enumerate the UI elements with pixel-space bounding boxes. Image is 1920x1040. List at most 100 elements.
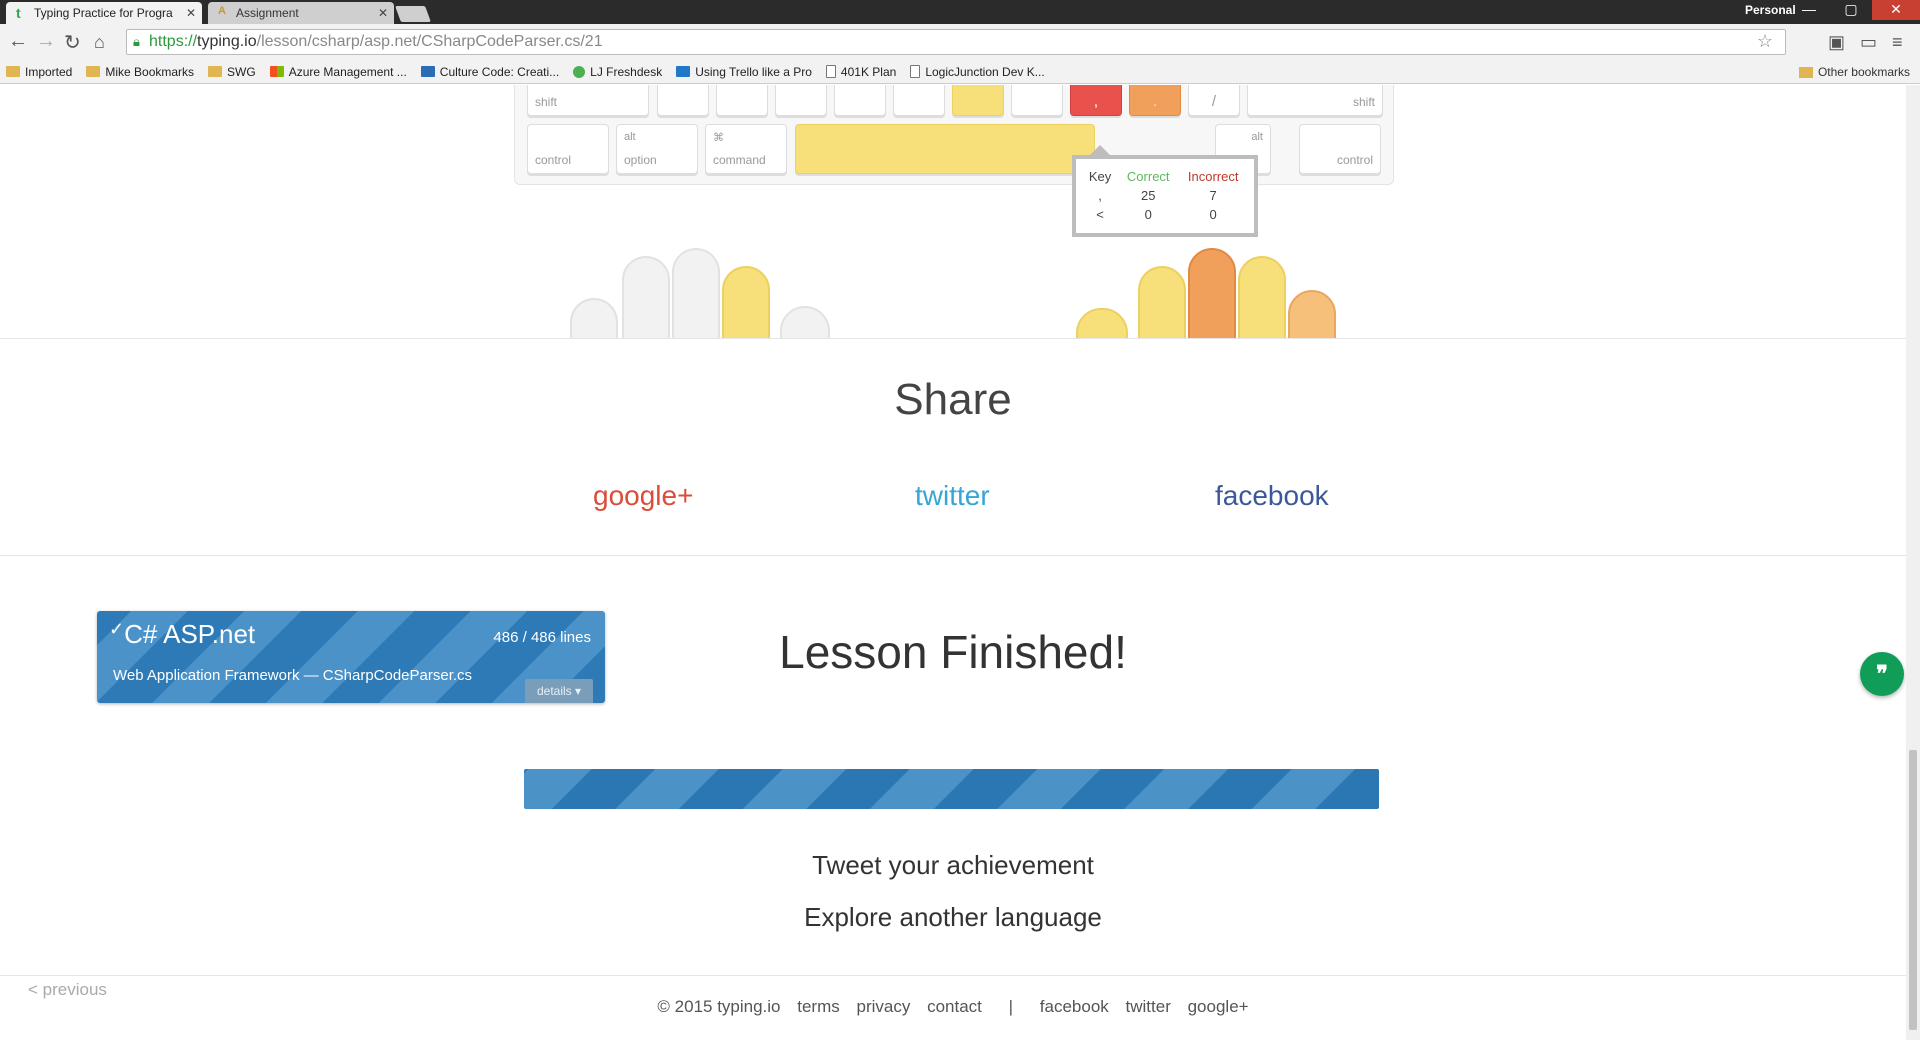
url-scheme: https:// <box>149 33 198 50</box>
key-x: X <box>716 85 768 116</box>
bookmark-label: LJ Freshdesk <box>590 64 663 79</box>
right-ring-finger <box>1238 256 1286 338</box>
tooltip-cell: 0 <box>1209 207 1217 222</box>
forward-arrow-icon[interactable]: → <box>36 30 56 53</box>
footer-terms-link[interactable]: terms <box>797 997 840 1016</box>
chat-quote-icon[interactable]: ❞ <box>1860 652 1904 696</box>
new-tab-button[interactable] <box>395 6 431 22</box>
footer: © 2015 typing.io terms privacy contact |… <box>0 997 1906 1017</box>
bookmark-401k[interactable]: 401K Plan <box>825 64 897 79</box>
bookmark-label: Azure Management ... <box>288 64 407 79</box>
right-index-finger <box>1138 266 1186 338</box>
freshdesk-icon <box>573 65 586 78</box>
address-bar[interactable]: 🔒︎ https://typing.io/lesson/csharp/asp.n… <box>126 29 1786 55</box>
bookmark-label: Other bookmarks <box>1817 65 1910 79</box>
bookmark-label: Using Trello like a Pro <box>695 64 812 79</box>
tooltip-row: , 25 7 <box>1082 186 1248 205</box>
explore-language-link[interactable]: Explore another language <box>0 902 1906 933</box>
typing-io-favicon-icon: t <box>16 5 21 21</box>
tooltip-header-incorrect: Incorrect <box>1187 169 1239 184</box>
tooltip-cell: 25 <box>1141 188 1156 203</box>
lesson-progress-bar <box>524 769 1379 809</box>
close-tab-icon[interactable]: ✕ <box>186 6 196 20</box>
scrollbar-thumb[interactable] <box>1909 750 1917 1030</box>
bookmark-logicjunction[interactable]: LogicJunction Dev K... <box>910 64 1045 79</box>
bookmark-label: Culture Code: Creati... <box>439 64 560 79</box>
lock-icon: 🔒︎ <box>133 34 140 49</box>
bookmark-label: Imported <box>25 64 73 79</box>
folder-icon <box>1798 66 1813 78</box>
footer-copyright: © 2015 typing.io <box>657 997 781 1016</box>
footer-twitter-link[interactable]: twitter <box>1126 997 1171 1016</box>
left-pinky-finger <box>570 298 618 338</box>
minimize-icon[interactable]: — <box>1788 0 1830 20</box>
key-period: >. <box>1129 85 1181 116</box>
back-arrow-icon[interactable]: ← <box>8 30 28 53</box>
bookmark-mike[interactable]: Mike Bookmarks <box>86 65 194 79</box>
browser-titlebar: t Typing Practice for Progra ✕ A Assignm… <box>0 0 1920 24</box>
other-bookmarks[interactable]: Other bookmarks <box>1798 65 1910 79</box>
share-google-link[interactable]: google+ <box>593 480 693 512</box>
bookmark-star-icon[interactable]: ☆ <box>1757 31 1773 52</box>
bookmark-trello[interactable]: Using Trello like a Pro <box>676 65 812 79</box>
hands-illustration <box>0 235 1906 338</box>
footer-google-link[interactable]: google+ <box>1188 997 1249 1016</box>
left-thumb <box>780 306 830 338</box>
key-shift-left: shift <box>527 85 649 116</box>
browser-toolbar: ← → ↻ ⌂ 🔒︎ https://typing.io/lesson/csha… <box>0 24 1920 60</box>
page-scrollbar[interactable] <box>1906 85 1920 1040</box>
key-comma: <, <box>1070 85 1122 116</box>
share-twitter-link[interactable]: twitter <box>915 480 990 512</box>
bookmark-imported[interactable]: Imported <box>6 65 72 79</box>
cast-icon[interactable]: ▭ <box>1860 32 1877 53</box>
bookmark-azure[interactable]: Azure Management ... <box>269 64 407 79</box>
close-window-icon[interactable]: ✕ <box>1872 0 1920 20</box>
menu-icon[interactable]: ≡ <box>1892 32 1903 53</box>
key-v: V <box>834 85 886 116</box>
page-icon <box>910 65 921 78</box>
bookmark-culture-code[interactable]: Culture Code: Creati... <box>420 64 560 79</box>
key-space <box>795 124 1095 174</box>
culture-code-icon <box>420 66 435 77</box>
key-z: Z <box>657 85 709 116</box>
url-path: /lesson/csharp/asp.net/CSharpCodeParser.… <box>256 33 603 50</box>
close-tab-icon[interactable]: ✕ <box>378 6 388 20</box>
key-stats-tooltip: Key Correct Incorrect , 25 7 < 0 0 <box>1072 145 1258 237</box>
tab-assignment[interactable]: A Assignment ✕ <box>208 2 394 24</box>
folder-icon <box>208 66 223 77</box>
tweet-achievement-link[interactable]: Tweet your achievement <box>0 850 1906 881</box>
details-button[interactable]: details ▾ <box>525 679 593 703</box>
home-icon[interactable]: ⌂ <box>94 32 105 53</box>
footer-contact-link[interactable]: contact <box>927 997 982 1016</box>
bookmark-swg[interactable]: SWG <box>208 65 256 79</box>
key-b: B <box>893 85 945 116</box>
assignment-favicon-icon: A <box>218 5 226 17</box>
maximize-icon[interactable]: ▢ <box>1830 0 1872 20</box>
url-host: typing.io <box>197 33 257 50</box>
key-slash: ?/ <box>1188 85 1240 116</box>
section-divider <box>0 338 1906 339</box>
tab-typing-practice[interactable]: t Typing Practice for Progra ✕ <box>6 2 202 24</box>
footer-privacy-link[interactable]: privacy <box>856 997 910 1016</box>
tooltip-cell: 0 <box>1144 207 1152 222</box>
bookmark-label: 401K Plan <box>840 64 897 79</box>
screenshot-icon[interactable]: ▣ <box>1828 32 1845 53</box>
trello-icon <box>676 66 691 77</box>
share-facebook-link[interactable]: facebook <box>1215 480 1329 512</box>
reload-icon[interactable]: ↻ <box>64 30 81 55</box>
footer-facebook-link[interactable]: facebook <box>1040 997 1109 1016</box>
keyboard: shift Z X C V B N M <, >. ?/ shift contr… <box>514 85 1394 185</box>
right-thumb <box>1076 308 1128 338</box>
key-n: N <box>952 85 1004 116</box>
share-heading: Share <box>894 375 1012 424</box>
footer-divider <box>0 975 1906 976</box>
bookmark-freshdesk[interactable]: LJ Freshdesk <box>573 65 662 79</box>
tooltip-arrow <box>1090 145 1110 155</box>
key-m: M <box>1011 85 1063 116</box>
lesson-finished-heading: Lesson Finished! <box>779 626 1127 678</box>
right-pinky-finger <box>1288 290 1336 338</box>
tooltip-cell: < <box>1096 207 1104 222</box>
bookmark-label: LogicJunction Dev K... <box>925 64 1045 79</box>
right-middle-finger <box>1188 248 1236 338</box>
bookmarks-bar: Imported Mike Bookmarks SWG Azure Manage… <box>0 60 1920 84</box>
